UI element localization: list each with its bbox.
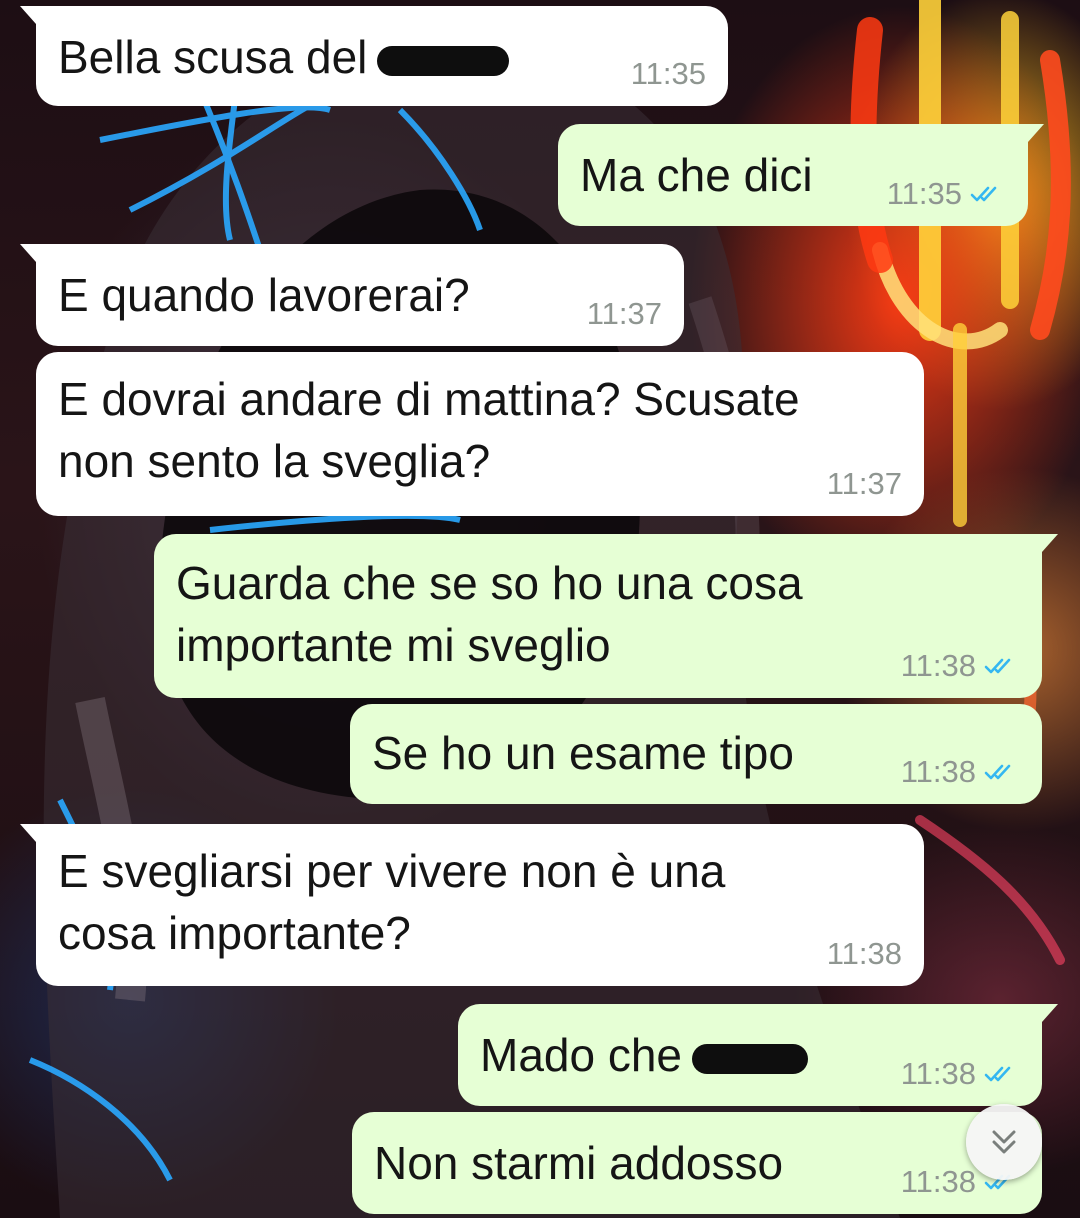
message-text: Bella scusa del <box>58 26 706 88</box>
redacted-word <box>692 1043 809 1074</box>
message-time: 11:38 <box>900 648 976 683</box>
message-meta: 11:37 <box>587 296 662 332</box>
message-text-line: cosa importante? <box>58 907 411 959</box>
double-check-icon <box>984 658 1011 674</box>
message-time: 11:38 <box>826 936 902 971</box>
double-check-icon <box>984 764 1011 780</box>
message-text-line: non sento la sveglia? <box>58 435 491 487</box>
message-meta: 11:38 <box>901 648 1020 684</box>
message-meta: 11:38 <box>901 1056 1020 1092</box>
redacted-word <box>377 45 510 76</box>
message-list[interactable]: Bella scusa del 11:35 Ma che dici 11:35 … <box>0 0 1080 1218</box>
message-time: 11:37 <box>586 296 662 331</box>
message-text-line: Guarda che se so ho una cosa <box>176 557 803 609</box>
message-meta: 11:38 <box>827 936 902 972</box>
message-time: 11:37 <box>826 466 902 501</box>
message-time: 11:38 <box>900 1056 976 1091</box>
scroll-to-bottom-button[interactable] <box>966 1104 1042 1180</box>
message-bubble-outgoing[interactable]: Ma che dici 11:35 <box>558 124 1044 226</box>
message-bubble-incoming[interactable]: E svegliarsi per vivere non è una cosa i… <box>20 824 924 986</box>
message-text-line: E dovrai andare di mattina? Scusate <box>58 373 800 425</box>
message-text-line: importante mi sveglio <box>176 619 611 671</box>
message-meta: 11:35 <box>631 56 706 92</box>
message-meta: 11:37 <box>827 466 902 502</box>
message-text: E quando lavorerai? <box>58 269 470 321</box>
message-bubble-outgoing[interactable]: Non starmi addosso 11:38 <box>352 1112 1042 1214</box>
double-chevron-down-icon <box>992 1130 1016 1154</box>
message-meta: 11:35 <box>887 176 1006 212</box>
double-check-icon <box>984 1066 1011 1082</box>
message-meta: 11:38 <box>901 754 1020 790</box>
message-bubble-outgoing[interactable]: Se ho un esame tipo 11:38 <box>350 704 1042 804</box>
message-bubble-outgoing[interactable]: Guarda che se so ho una cosa importante … <box>154 534 1058 698</box>
message-time: 11:35 <box>886 176 962 211</box>
message-bubble-incoming[interactable]: E quando lavorerai? 11:37 <box>20 244 684 346</box>
message-time: 11:38 <box>900 754 976 789</box>
double-check-icon <box>970 186 997 202</box>
message-time: 11:38 <box>900 1164 976 1199</box>
message-bubble-incoming[interactable]: Bella scusa del 11:35 <box>20 6 728 106</box>
message-text-line: E svegliarsi per vivere non è una <box>58 845 726 897</box>
message-bubble-outgoing[interactable]: Mado che 11:38 <box>458 1004 1058 1106</box>
message-time: 11:35 <box>630 56 706 91</box>
message-bubble-incoming[interactable]: E dovrai andare di mattina? Scusate non … <box>36 352 924 516</box>
